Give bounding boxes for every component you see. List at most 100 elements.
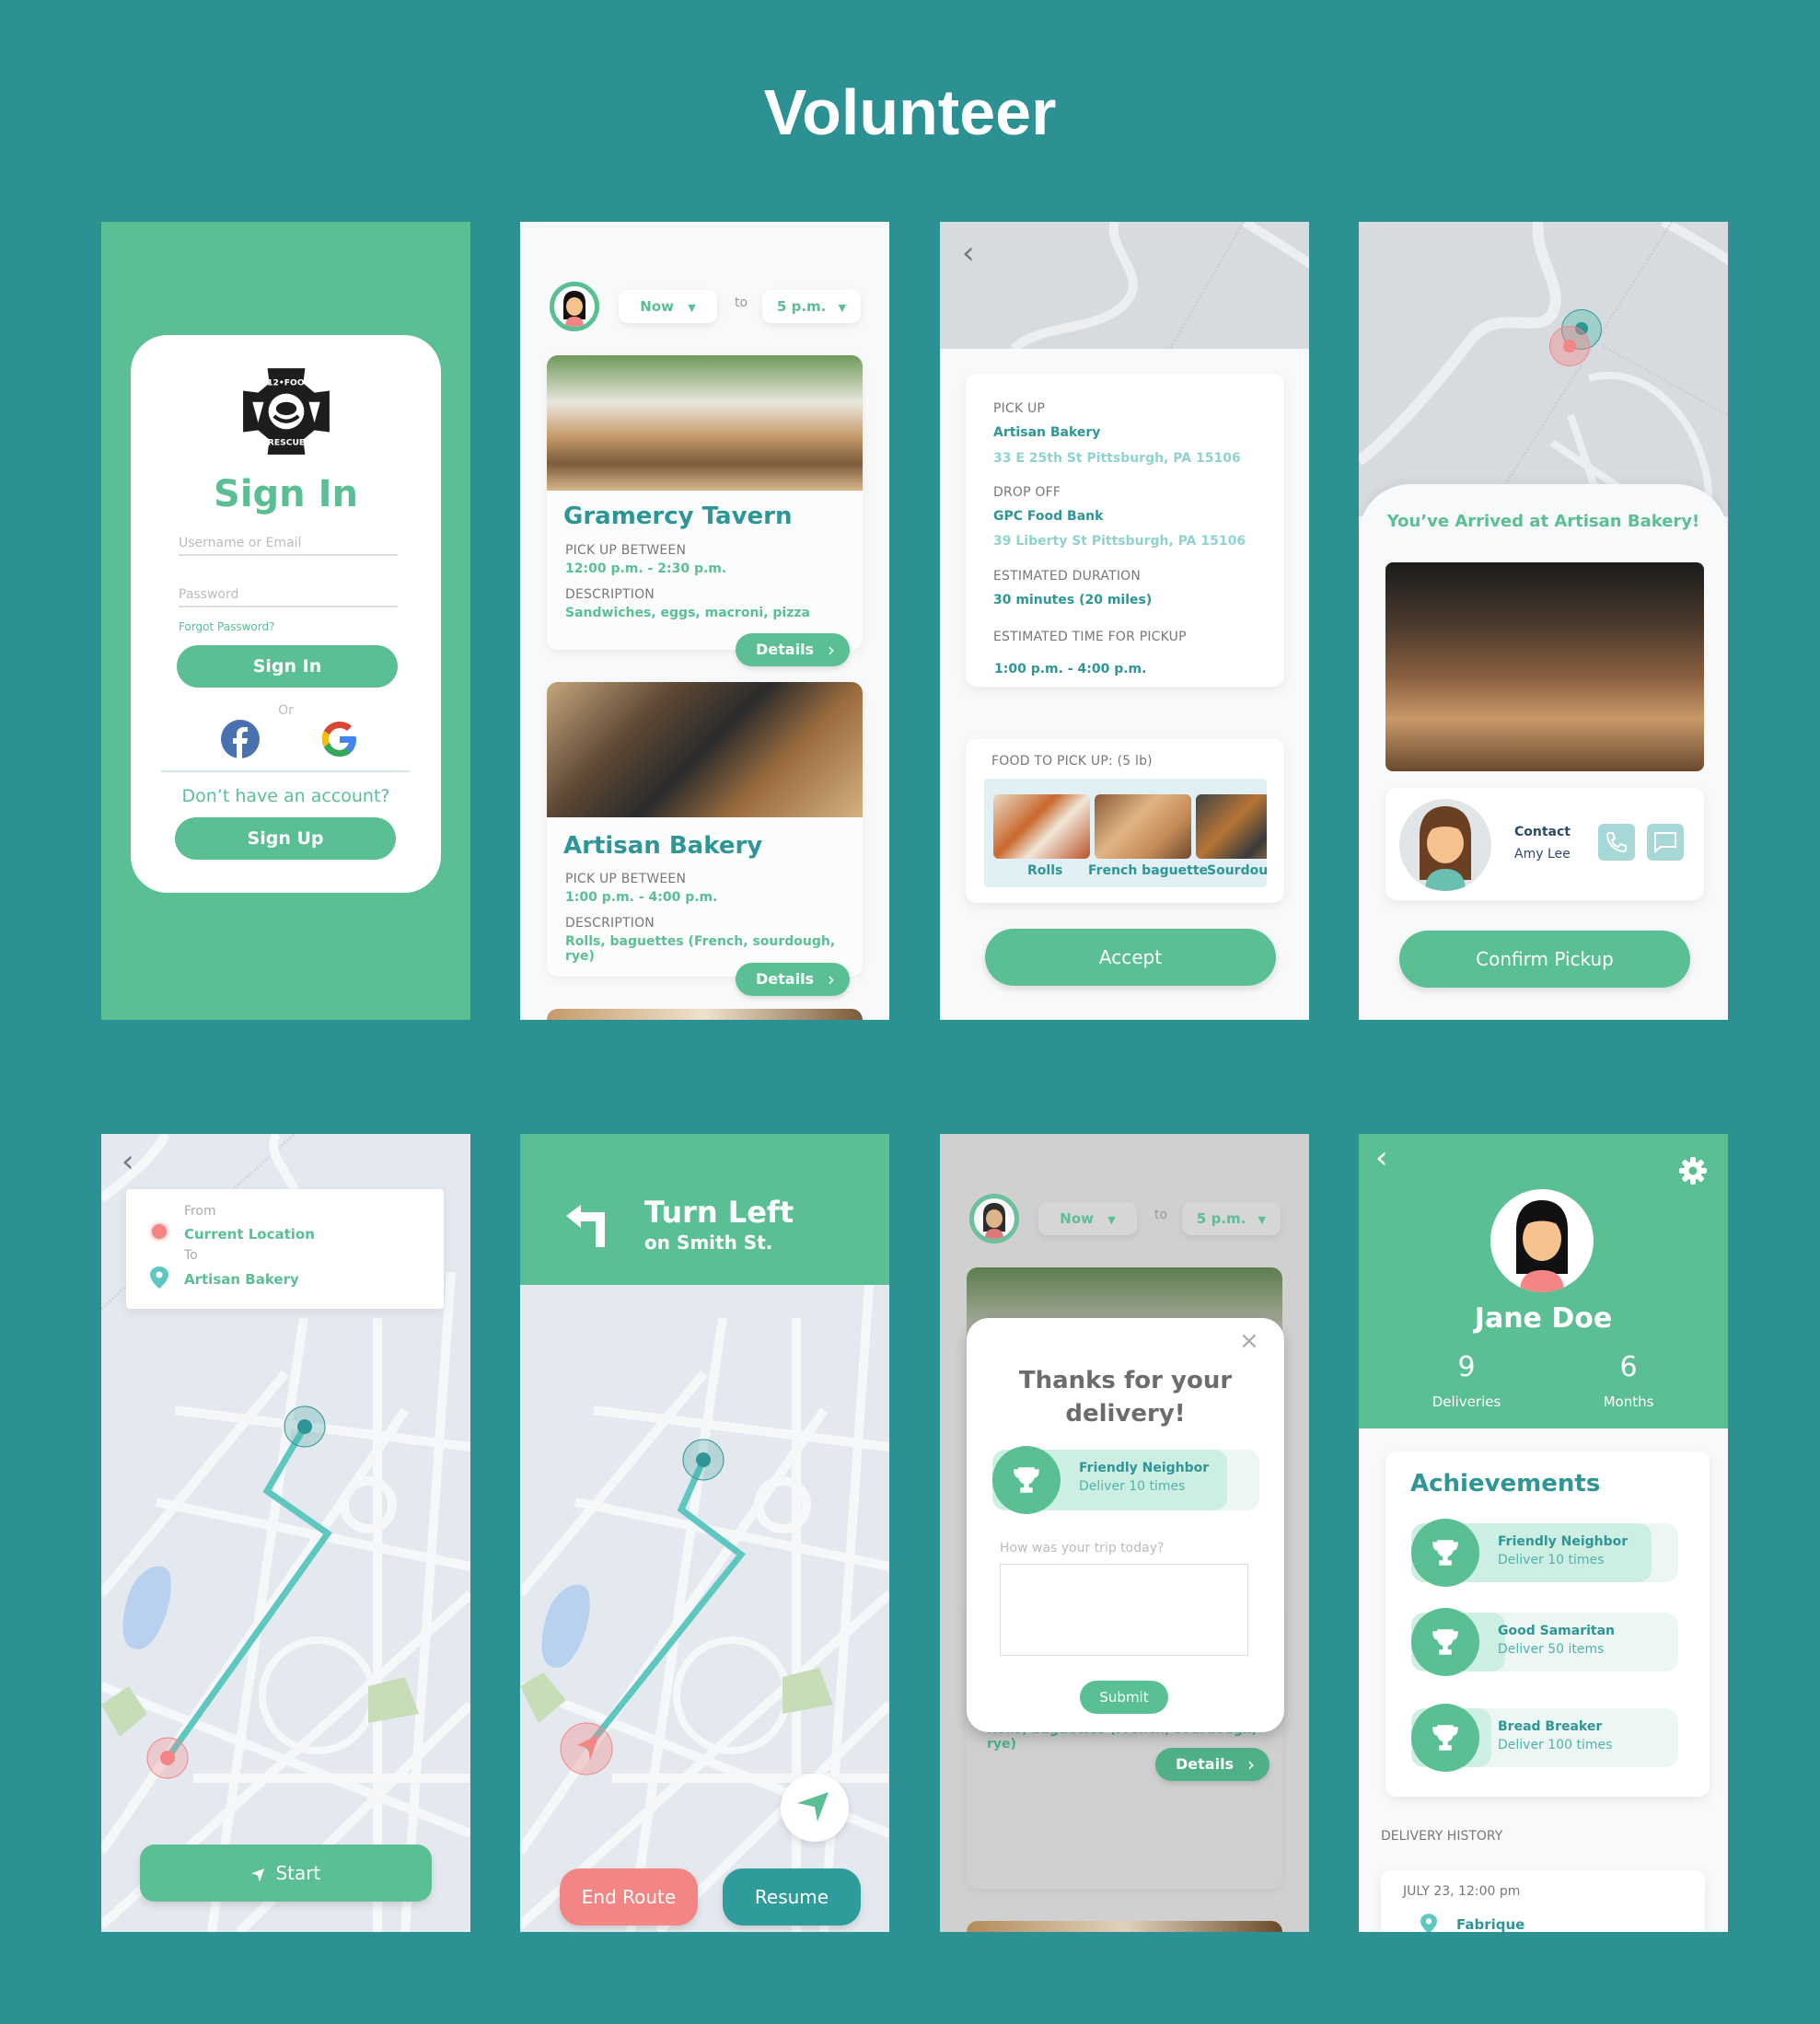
facebook-icon[interactable] <box>221 720 260 758</box>
signin-button[interactable]: Sign In <box>177 645 398 688</box>
time-to-dropdown[interactable]: 5 p.m. ▼ <box>762 290 861 323</box>
food-name: Sourdough <box>1207 863 1267 878</box>
restaurant-photo <box>967 1921 1282 1932</box>
achievement-item[interactable]: Friendly Neighbor Deliver 10 times <box>1411 1519 1678 1587</box>
message-button[interactable] <box>1647 824 1684 861</box>
back-chevron-icon[interactable]: ‹ <box>122 1143 134 1180</box>
restaurant-name: Gramercy Tavern <box>563 503 793 530</box>
time-to-value: 5 p.m. <box>1196 1210 1246 1227</box>
achievement-description: Deliver 100 times <box>1498 1738 1613 1752</box>
end-route-button[interactable]: End Route <box>560 1868 698 1926</box>
restaurant-card[interactable]: Gramercy Tavern PICK UP BETWEEN 12:00 p.… <box>547 355 863 666</box>
restaurant-photo <box>547 682 863 817</box>
achievement-name: Good Samaritan <box>1498 1624 1615 1638</box>
arrived-screen: You’ve Arrived at Artisan Bakery! Contac… <box>1359 222 1728 1020</box>
call-button[interactable] <box>1598 824 1635 861</box>
chevron-right-icon: › <box>828 639 835 661</box>
profile-screen: ‹ Jane Doe 9 Deliveries 6 Months Achieve… <box>1359 1134 1728 1932</box>
duration-value: 30 minutes (20 miles) <box>993 593 1153 607</box>
user-avatar[interactable] <box>550 282 599 331</box>
details-button[interactable]: Details › <box>736 963 850 996</box>
signup-button[interactable]: Sign Up <box>175 817 396 860</box>
phone-icon <box>1606 832 1627 853</box>
or-label: Or <box>278 703 294 718</box>
caret-down-icon: ▼ <box>1107 1214 1116 1226</box>
pickup-time: 12:00 p.m. - 2:30 p.m. <box>565 561 727 576</box>
details-label: Details <box>756 641 815 658</box>
food-photo-baguette <box>1095 794 1191 859</box>
profile-name: Jane Doe <box>1474 1302 1613 1335</box>
pickup-details-screen: ‹ PICK UP Artisan Bakery 33 E 25th St Pi… <box>940 222 1309 1020</box>
details-label: Details <box>756 970 815 988</box>
pickup-time-value: 1:00 p.m. - 4:00 p.m. <box>994 662 1147 677</box>
resume-button[interactable]: Resume <box>723 1868 861 1926</box>
submit-button[interactable]: Submit <box>1080 1681 1168 1714</box>
username-input[interactable]: Username or Email <box>179 536 398 556</box>
pickup-time-label: ESTIMATED TIME FOR PICKUP <box>993 630 1187 644</box>
google-icon[interactable] <box>320 720 359 758</box>
avatar-woman-icon <box>1516 1200 1568 1292</box>
caret-down-icon: ▼ <box>838 302 847 314</box>
origin-dot-icon <box>152 1224 167 1239</box>
forgot-password-link[interactable]: Forgot Password? <box>179 620 274 633</box>
svg-text:412•FOOD: 412•FOOD <box>261 377 312 387</box>
details-button[interactable]: Details › <box>736 633 850 666</box>
accept-button[interactable]: Accept <box>985 929 1276 986</box>
map-roads <box>1010 222 1309 353</box>
months-label: Months <box>1603 1394 1654 1410</box>
start-button[interactable]: ➤ Start <box>140 1845 432 1902</box>
caret-down-icon: ▼ <box>1258 1214 1267 1226</box>
avatar-woman-icon <box>983 1203 1005 1239</box>
contact-name: Amy Lee <box>1514 847 1571 862</box>
close-icon[interactable]: × <box>1239 1327 1259 1355</box>
food-rescue-logo-icon: 412•FOOD RESCUE <box>243 368 330 455</box>
modal-title: Thanks for your delivery! <box>1018 1367 1233 1428</box>
chevron-right-icon: › <box>1247 1753 1255 1775</box>
restaurant-card[interactable]: Artisan Bakery PICK UP BETWEEN 1:00 p.m.… <box>547 682 863 996</box>
restaurant-photo <box>547 355 863 491</box>
history-item[interactable]: JULY 23, 12:00 pm Fabrique <box>1381 1870 1705 1932</box>
history-date: JULY 23, 12:00 pm <box>1403 1884 1521 1899</box>
location-pin-icon <box>1420 1914 1437 1932</box>
badge-description: Deliver 10 times <box>1079 1479 1186 1494</box>
trophy-icon <box>1432 1540 1458 1566</box>
description-value: Sandwiches, eggs, macroni, pizza <box>565 606 810 620</box>
time-to-dropdown[interactable]: 5 p.m. ▼ <box>1182 1202 1281 1235</box>
to-value[interactable]: Artisan Bakery <box>184 1271 299 1288</box>
password-input[interactable]: Password <box>179 587 398 607</box>
trophy-badge <box>992 1446 1061 1514</box>
trophy-badge <box>1411 1608 1479 1676</box>
user-avatar[interactable] <box>969 1194 1019 1243</box>
signin-card: 412•FOOD RESCUE Sign In Username or Emai… <box>131 335 441 893</box>
restaurant-name: Artisan Bakery <box>563 832 763 860</box>
confirm-pickup-button[interactable]: Confirm Pickup <box>1399 931 1690 988</box>
achievement-name: Bread Breaker <box>1498 1719 1603 1734</box>
details-button[interactable]: Details › <box>1155 1748 1269 1781</box>
listings-screen: Now ▼ to 5 p.m. ▼ Gramercy Tavern PICK U… <box>520 222 889 1020</box>
back-chevron-icon[interactable]: ‹ <box>1375 1139 1388 1176</box>
from-value[interactable]: Current Location <box>184 1226 315 1243</box>
food-carousel[interactable]: Rolls French baguette Sourdough <box>984 779 1267 887</box>
time-from-dropdown[interactable]: Now ▼ <box>1038 1202 1137 1235</box>
achievement-item[interactable]: Good Samaritan Deliver 50 items <box>1411 1608 1678 1676</box>
gear-icon[interactable] <box>1678 1156 1708 1185</box>
achievement-item[interactable]: Bread Breaker Deliver 100 times <box>1411 1704 1678 1772</box>
instruction-banner: Turn Left on Smith St. <box>520 1134 889 1285</box>
profile-avatar[interactable] <box>1490 1189 1594 1292</box>
bakery-photo <box>1385 562 1704 771</box>
map[interactable] <box>1359 222 1728 516</box>
recenter-button[interactable] <box>781 1774 849 1842</box>
time-from-dropdown[interactable]: Now ▼ <box>619 290 717 323</box>
back-chevron-icon[interactable]: ‹ <box>962 235 975 272</box>
signin-screen: 412•FOOD RESCUE Sign In Username or Emai… <box>101 222 470 1020</box>
food-name: Rolls <box>1027 863 1063 878</box>
badge-item: Friendly Neighbor Deliver 10 times <box>992 1446 1259 1514</box>
map[interactable] <box>940 222 1309 353</box>
page-title: Volunteer <box>763 76 1057 148</box>
deliveries-count: 9 <box>1457 1351 1476 1383</box>
chevron-right-icon: › <box>828 968 835 990</box>
restaurant-photo <box>547 1009 863 1020</box>
map-roads <box>1359 222 1728 502</box>
signin-title: Sign In <box>214 473 358 515</box>
feedback-textarea[interactable] <box>1000 1564 1248 1656</box>
